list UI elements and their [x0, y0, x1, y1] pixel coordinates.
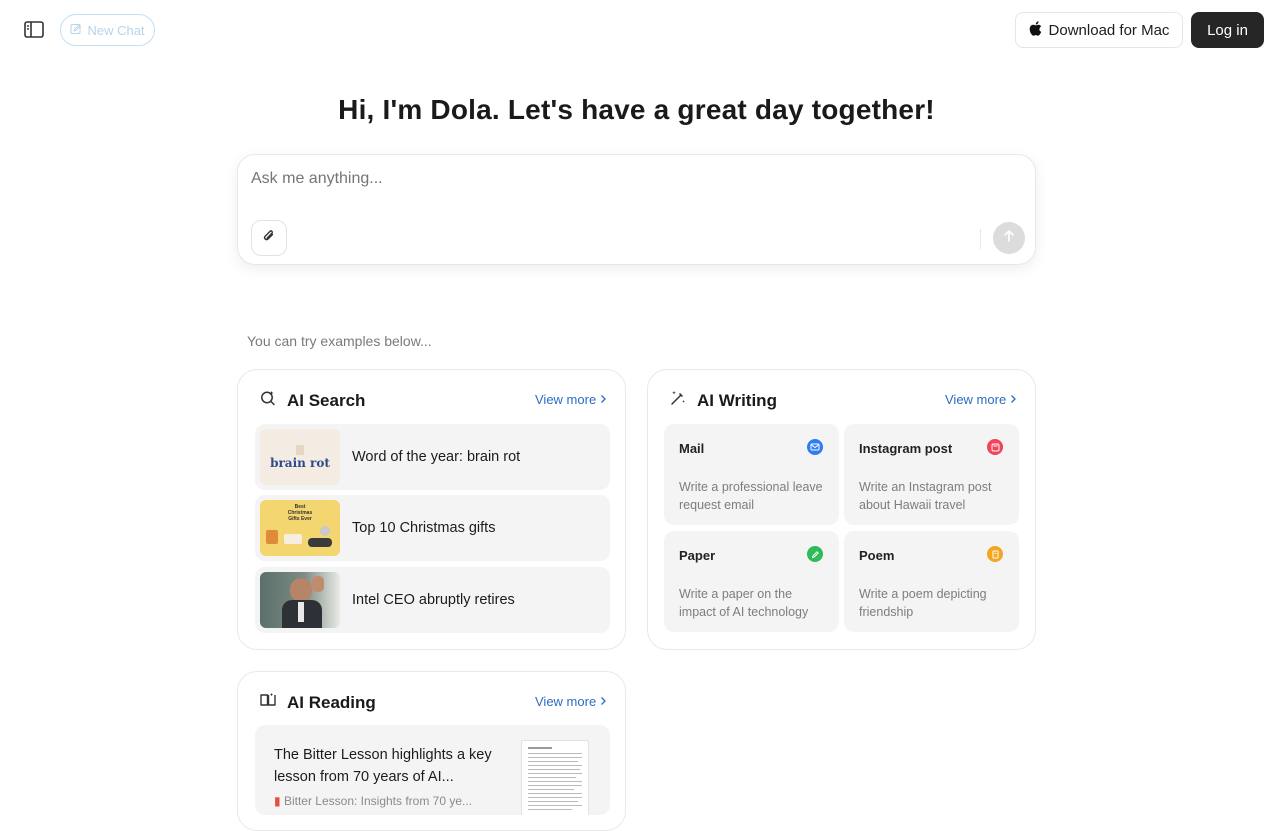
chevron-right-icon [1010, 392, 1017, 407]
writing-item-title: Paper [679, 548, 716, 563]
arrow-up-icon [1002, 229, 1016, 248]
chat-input[interactable] [251, 170, 951, 188]
writing-item-title: Poem [859, 548, 895, 563]
intel-ceo-thumbnail [260, 572, 340, 628]
send-button[interactable] [993, 222, 1025, 254]
ai-reading-card: AI Reading View more The Bitter Lesson h… [237, 671, 626, 831]
writing-item-title: Mail [679, 441, 705, 456]
view-more-label: View more [945, 392, 1007, 407]
brain-rot-thumbnail: brain rot [260, 429, 340, 485]
login-button[interactable]: Log in [1191, 12, 1264, 48]
book-icon [987, 546, 1003, 562]
ai-reading-view-more[interactable]: View more [535, 694, 607, 709]
christmas-gifts-thumbnail: Best Christmas Gifts Ever [260, 500, 340, 556]
new-chat-button[interactable]: New Chat [60, 14, 155, 46]
composer-divider [980, 229, 981, 249]
ai-search-title: AI Search [287, 390, 366, 410]
writing-item-title: Instagram post [859, 441, 953, 456]
ai-reading-header: AI Reading [259, 691, 376, 714]
reading-item-text: The Bitter Lesson highlights a key lesso… [274, 747, 492, 785]
view-more-label: View more [535, 392, 597, 407]
christmas-gifts-thumb-text: Best Christmas Gifts Ever [287, 504, 313, 522]
open-book-icon [259, 691, 277, 714]
writing-item-desc: Write an Instagram post about Hawaii tra… [859, 480, 992, 512]
magic-wand-icon [669, 389, 687, 412]
sidebar-toggle-icon[interactable] [22, 19, 46, 41]
mail-icon [807, 439, 823, 455]
ai-writing-title: AI Writing [697, 390, 777, 410]
top-bar: New Chat Download for Mac Log in [0, 0, 1280, 60]
search-item-brain-rot[interactable]: brain rot Word of the year: brain rot [255, 424, 610, 490]
chevron-right-icon [600, 392, 607, 407]
search-sparkle-icon [259, 389, 277, 412]
view-more-label: View more [535, 694, 597, 709]
writing-item-paper[interactable]: Paper Write a paper on the impact of AI … [664, 531, 839, 632]
pencil-icon [807, 546, 823, 562]
download-label: Download for Mac [1048, 21, 1170, 39]
reading-item-subtitle: ▮ Bitter Lesson: Insights from 70 ye... [274, 794, 499, 808]
writing-item-mail[interactable]: Mail Write a professional leave request … [664, 424, 839, 525]
document-thumbnail [521, 740, 589, 815]
instagram-icon [987, 439, 1003, 455]
writing-item-desc: Write a poem depicting friendship [859, 587, 987, 619]
search-item-christmas-gifts[interactable]: Best Christmas Gifts Ever Top 10 Christm… [255, 495, 610, 561]
ai-writing-card: AI Writing View more Mail Write a profes… [647, 369, 1036, 650]
book-emoji-icon: ▮ [274, 794, 281, 808]
reading-item-sub-label: Bitter Lesson: Insights from 70 ye... [283, 794, 473, 808]
chat-composer [237, 154, 1036, 265]
download-for-mac-button[interactable]: Download for Mac [1015, 12, 1183, 48]
edit-icon [70, 23, 82, 38]
new-chat-label: New Chat [87, 22, 145, 38]
apple-icon [1029, 20, 1042, 40]
writing-item-poem[interactable]: Poem Write a poem depicting friendship [844, 531, 1019, 632]
reading-item-bitter-lesson[interactable]: The Bitter Lesson highlights a key lesso… [255, 725, 610, 815]
examples-label: You can try examples below... [247, 333, 432, 349]
attach-button[interactable] [251, 220, 287, 256]
paperclip-icon [261, 228, 277, 249]
ai-reading-title: AI Reading [287, 692, 376, 712]
ai-search-view-more[interactable]: View more [535, 392, 607, 407]
search-item-label: Top 10 Christmas gifts [352, 520, 496, 536]
chevron-right-icon [600, 694, 607, 709]
ai-writing-view-more[interactable]: View more [945, 392, 1017, 407]
search-item-intel-ceo[interactable]: Intel CEO abruptly retires [255, 567, 610, 633]
ai-writing-header: AI Writing [669, 389, 777, 412]
search-item-label: Word of the year: brain rot [352, 449, 521, 465]
brain-rot-thumb-text: brain rot [270, 456, 330, 470]
writing-item-instagram[interactable]: Instagram post Write an Instagram post a… [844, 424, 1019, 525]
page-title: Hi, I'm Dola. Let's have a great day tog… [338, 94, 935, 125]
ai-search-header: AI Search [259, 389, 365, 412]
dictionary-icon [296, 445, 304, 455]
writing-item-desc: Write a paper on the impact of AI techno… [679, 587, 809, 619]
search-item-label: Intel CEO abruptly retires [352, 592, 515, 608]
ai-search-card: AI Search View more brain rot Word of th… [237, 369, 626, 650]
writing-item-desc: Write a professional leave request email [679, 480, 823, 512]
